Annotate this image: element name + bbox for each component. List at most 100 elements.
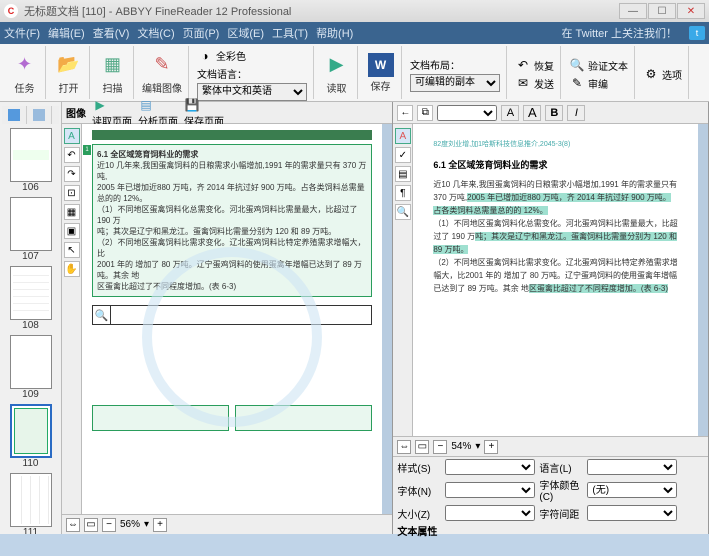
color-mode-label: 全彩色 xyxy=(216,48,246,63)
menu-file[interactable]: 文件(F) xyxy=(4,25,40,41)
twitter-follow[interactable]: 在 Twitter 上关注我们！ t xyxy=(561,25,705,41)
text-fit-page-icon[interactable]: ▭ xyxy=(415,440,429,454)
ribbon-save[interactable]: W 保存 xyxy=(360,46,402,99)
tool-find[interactable]: 🔍 xyxy=(395,204,411,220)
layout-select[interactable]: 可编辑的副本 xyxy=(410,74,500,92)
gear-icon: ⚙ xyxy=(643,66,659,82)
tool-crop[interactable]: ⊡ xyxy=(64,185,80,201)
menu-view[interactable]: 查看(V) xyxy=(93,25,130,41)
thumb-view-grid[interactable] xyxy=(27,106,52,124)
text-zoom-out-button[interactable]: − xyxy=(433,440,447,454)
font-smaller-button[interactable]: A xyxy=(501,105,519,121)
prop-style-select[interactable] xyxy=(445,459,535,475)
thumbnail-111[interactable]: 111 xyxy=(2,473,59,534)
ribbon-task[interactable]: ✦ 任务 xyxy=(4,46,46,99)
menu-help[interactable]: 帮助(H) xyxy=(316,25,353,41)
fit-page-icon[interactable]: ▭ xyxy=(84,518,98,532)
btn-back[interactable]: ← xyxy=(397,105,413,121)
ribbon-restore[interactable]: ↶恢复 xyxy=(515,57,554,73)
ribbon-read[interactable]: ▶ 读取 xyxy=(316,46,358,99)
menu-edit[interactable]: 编辑(E) xyxy=(48,25,85,41)
text-status-bar: ⇔ ▭ − 54% ▾ + xyxy=(393,436,708,456)
ribbon-verify[interactable]: 🔍验证文本 xyxy=(569,57,628,73)
prop-font-select[interactable] xyxy=(445,482,535,498)
analyze-icon: ▤ xyxy=(138,97,154,113)
text-pane-header: ← ⧉ A A B I xyxy=(393,102,708,124)
text-zoom-in-button[interactable]: + xyxy=(484,440,498,454)
read-icon: ▶ xyxy=(323,51,351,79)
tool-undo[interactable]: ↶ xyxy=(64,147,80,163)
image-canvas[interactable]: 1 6.1 全区域笼育饲料业的需求 近10 几年来,我国蛋禽饲料的日粮需求小幅增… xyxy=(82,124,382,514)
menu-tools[interactable]: 工具(T) xyxy=(272,25,308,41)
text-props-heading: 文本属性 xyxy=(397,523,437,538)
tool-hand[interactable]: ✋ xyxy=(64,261,80,277)
menu-area[interactable]: 区域(E) xyxy=(227,25,264,41)
prop-fontcolor-select[interactable]: (无) xyxy=(587,482,677,498)
text-fit-width-icon[interactable]: ⇔ xyxy=(397,440,411,454)
ribbon-edit-image[interactable]: ✎ 编辑图像 xyxy=(136,46,189,99)
close-button[interactable]: ✕ xyxy=(677,3,705,19)
font-select[interactable] xyxy=(437,105,497,121)
thumbnail-109[interactable]: 109 xyxy=(2,335,59,400)
prop-spacing-select[interactable] xyxy=(587,505,677,521)
ribbon-options[interactable]: ⚙选项 xyxy=(637,46,689,99)
doc-lang-label: 文档语言： xyxy=(197,66,247,81)
menu-page[interactable]: 页面(P) xyxy=(183,25,220,41)
thumbnail-107[interactable]: 107 xyxy=(2,197,59,262)
minimize-button[interactable]: — xyxy=(619,3,647,19)
folder-open-icon: 📂 xyxy=(55,51,83,79)
main-body: 106 107 108 109 110 111 图像 ▶读取页面 ▤分析页面 💾… xyxy=(0,102,709,534)
ribbon-toolbar: ✦ 任务 📂 打开 ▦ 扫描 ✎ 编辑图像 ◑全彩色 文档语言： 繁体中文和英语… xyxy=(0,44,709,102)
bold-button[interactable]: B xyxy=(545,105,563,121)
image-pane-header: 图像 ▶读取页面 ▤分析页面 💾保存页面 xyxy=(62,102,392,124)
tool-table[interactable]: ▦ xyxy=(64,204,80,220)
prop-font-label: 字体(N) xyxy=(397,483,441,498)
image-tab-label: 图像 xyxy=(66,105,86,120)
ribbon-open[interactable]: 📂 打开 xyxy=(48,46,90,99)
save-icon: 💾 xyxy=(184,97,200,113)
ribbon-edit-text[interactable]: ✎审编 xyxy=(569,75,628,91)
scanner-icon: ▦ xyxy=(99,51,127,79)
tool-mark[interactable]: ✓ xyxy=(395,147,411,163)
text-zoom-dropdown-icon[interactable]: ▾ xyxy=(475,441,480,452)
prop-size-label: 大小(Z) xyxy=(397,506,441,521)
prop-lang-select[interactable] xyxy=(587,459,677,475)
menu-document[interactable]: 文档(C) xyxy=(137,25,174,41)
image-tool-palette: A ↶ ↷ ⊡ ▦ ▣ ↖ ✋ xyxy=(62,124,82,514)
edit-image-icon: ✎ xyxy=(148,51,176,79)
tool-verify[interactable]: A xyxy=(395,128,411,144)
tool-layout[interactable]: ▤ xyxy=(395,166,411,182)
prop-lang-label: 语言(L) xyxy=(539,460,583,475)
tool-show-chars[interactable]: ¶ xyxy=(395,185,411,201)
properties-panel: 样式(S) 语言(L) 字体(N) 字体颜色(C) (无) 大小(Z) 字符间距 xyxy=(393,456,708,534)
btn-copy[interactable]: ⧉ xyxy=(417,105,433,121)
prop-spacing-label: 字符间距 xyxy=(539,506,583,521)
maximize-button[interactable]: ☐ xyxy=(648,3,676,19)
tool-text-area[interactable]: A xyxy=(64,128,80,144)
font-larger-button[interactable]: A xyxy=(523,105,541,121)
tool-redo[interactable]: ↷ xyxy=(64,166,80,182)
prop-style-label: 样式(S) xyxy=(397,460,441,475)
ribbon-verify-group: 🔍验证文本 ✎审编 xyxy=(563,46,635,99)
ribbon-scan[interactable]: ▦ 扫描 xyxy=(92,46,134,99)
fit-width-icon[interactable]: ⇔ xyxy=(66,518,80,532)
pencil-icon: ✎ xyxy=(569,75,585,91)
title-bar: C 无标题文档 [110] - ABBYY FineReader 12 Prof… xyxy=(0,0,709,22)
text-canvas[interactable]: 82度刘业增,加1哈斯科技信息推介,2045-3(8) 6.1 全区域笼育饲料业… xyxy=(413,124,698,436)
ribbon-layout-group: 文档布局： 可编辑的副本 xyxy=(404,46,507,99)
menu-bar: 文件(F) 编辑(E) 查看(V) 文档(C) 页面(P) 区域(E) 工具(T… xyxy=(0,22,709,44)
zoom-dropdown-icon[interactable]: ▾ xyxy=(144,519,149,530)
thumbnail-108[interactable]: 108 xyxy=(2,266,59,331)
zoom-out-button[interactable]: − xyxy=(102,518,116,532)
ribbon-send[interactable]: ✉发送 xyxy=(515,75,554,91)
thumbnail-110[interactable]: 110 xyxy=(2,404,59,469)
thumbnail-106[interactable]: 106 xyxy=(2,128,59,193)
thumb-view-list[interactable] xyxy=(2,106,27,124)
italic-button[interactable]: I xyxy=(567,105,585,121)
prop-size-select[interactable] xyxy=(445,505,535,521)
zoom-in-button[interactable]: + xyxy=(153,518,167,532)
word-icon: W xyxy=(368,53,394,77)
tool-image[interactable]: ▣ xyxy=(64,223,80,239)
tool-pointer[interactable]: ↖ xyxy=(64,242,80,258)
layout-label: 文档布局： xyxy=(410,57,460,72)
